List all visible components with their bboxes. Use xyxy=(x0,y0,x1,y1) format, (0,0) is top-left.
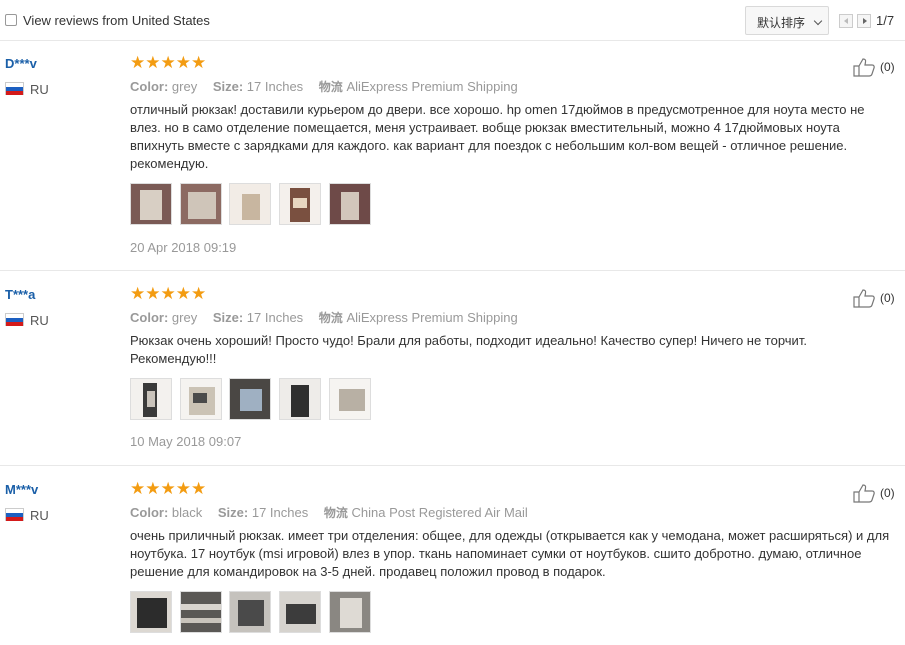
thumbs-up-icon xyxy=(853,58,875,77)
review-photo-thumbnail[interactable] xyxy=(229,591,272,633)
review-text: Рюкзак очень хороший! Просто чудо! Брали… xyxy=(130,333,807,366)
star-rating: ★★★★★ xyxy=(130,479,207,498)
chevron-right-icon xyxy=(863,18,867,24)
shipping-value: AliExpress Premium Shipping xyxy=(346,79,518,94)
next-page-button[interactable] xyxy=(857,14,871,28)
review-text: очень приличный рюкзак. имеет три отделе… xyxy=(130,528,890,579)
reviewer-country: RU xyxy=(30,313,49,328)
like-button[interactable]: (0) xyxy=(853,288,897,308)
reviewer-name[interactable]: M***v xyxy=(5,482,38,497)
reviewer-country: RU xyxy=(30,82,49,97)
review-photo-thumbnail[interactable] xyxy=(179,183,222,225)
us-reviews-label[interactable]: View reviews from United States xyxy=(23,13,210,28)
size-label: Size: xyxy=(212,79,244,94)
review-photo-thumbnail[interactable] xyxy=(179,591,222,633)
like-count: (0) xyxy=(880,486,895,500)
order-attributes: Color: grey Size: 17 Inches 物流 AliExpres… xyxy=(130,78,530,95)
review-photos xyxy=(130,183,375,225)
color-label: Color: xyxy=(130,79,169,94)
color-value: grey xyxy=(171,79,198,94)
size-value: 17 Inches xyxy=(246,79,304,94)
review-item: D***v RU ★★★★★ Color: grey Size: 17 Inch… xyxy=(0,41,905,271)
shipping-label: 物流 xyxy=(318,311,343,325)
review-photo-thumbnail[interactable] xyxy=(130,378,172,420)
shipping-label: 物流 xyxy=(323,506,348,520)
size-label: Size: xyxy=(212,310,244,325)
color-value: grey xyxy=(171,310,198,325)
order-attributes: Color: black Size: 17 Inches 物流 China Po… xyxy=(130,504,540,521)
reviewer-name[interactable]: D***v xyxy=(5,56,37,71)
review-photo-thumbnail[interactable] xyxy=(229,378,272,420)
chevron-down-icon xyxy=(813,16,823,26)
reviewer-name[interactable]: T***a xyxy=(5,287,35,302)
shipping-label: 物流 xyxy=(318,80,343,94)
sort-dropdown[interactable]: 默认排序 xyxy=(745,6,829,35)
reviewer-country: RU xyxy=(30,508,49,523)
color-label: Color: xyxy=(130,310,169,325)
like-button[interactable]: (0) xyxy=(853,57,897,77)
review-item: T***a RU ★★★★★ Color: grey Size: 17 Inch… xyxy=(0,272,905,466)
review-photo-thumbnail[interactable] xyxy=(130,183,172,225)
review-photo-thumbnail[interactable] xyxy=(278,378,321,420)
review-photo-thumbnail[interactable] xyxy=(278,183,321,225)
order-attributes: Color: grey Size: 17 Inches 物流 AliExpres… xyxy=(130,309,530,326)
russia-flag-icon xyxy=(5,313,24,326)
star-rating: ★★★★★ xyxy=(130,53,207,72)
size-value: 17 Inches xyxy=(251,505,309,520)
color-label: Color: xyxy=(130,505,169,520)
review-photo-thumbnail[interactable] xyxy=(328,183,371,225)
color-value: black xyxy=(171,505,203,520)
prev-page-button[interactable] xyxy=(839,14,853,28)
page-indicator: 1/7 xyxy=(876,13,895,28)
review-photo-thumbnail[interactable] xyxy=(278,591,321,633)
like-count: (0) xyxy=(880,60,895,74)
size-value: 17 Inches xyxy=(246,310,304,325)
review-photo-thumbnail[interactable] xyxy=(229,183,272,225)
star-rating: ★★★★★ xyxy=(130,284,207,303)
review-photo-thumbnail[interactable] xyxy=(179,378,222,420)
sort-label: 默认排序 xyxy=(757,16,806,30)
shipping-value: China Post Registered Air Mail xyxy=(351,505,528,520)
review-date: 10 May 2018 09:07 xyxy=(130,434,242,449)
review-text: отличный рюкзак! доставили курьером до д… xyxy=(130,102,865,171)
review-date: 20 Apr 2018 09:19 xyxy=(130,240,237,255)
us-reviews-checkbox[interactable] xyxy=(5,14,17,26)
thumbs-up-icon xyxy=(853,484,875,503)
russia-flag-icon xyxy=(5,82,24,95)
like-count: (0) xyxy=(880,291,895,305)
reviews-toolbar: View reviews from United States 默认排序 1/7 xyxy=(0,0,905,41)
review-photo-thumbnail[interactable] xyxy=(130,591,172,633)
thumbs-up-icon xyxy=(853,289,875,308)
review-item: M***v RU ★★★★★ Color: black Size: 17 Inc… xyxy=(0,467,905,645)
review-photo-thumbnail[interactable] xyxy=(328,591,371,633)
review-photo-thumbnail[interactable] xyxy=(328,378,371,420)
size-label: Size: xyxy=(217,505,249,520)
like-button[interactable]: (0) xyxy=(853,483,897,503)
review-photos xyxy=(130,378,375,420)
russia-flag-icon xyxy=(5,508,24,521)
review-photos xyxy=(130,591,375,633)
shipping-value: AliExpress Premium Shipping xyxy=(346,310,518,325)
chevron-left-icon xyxy=(844,18,848,24)
